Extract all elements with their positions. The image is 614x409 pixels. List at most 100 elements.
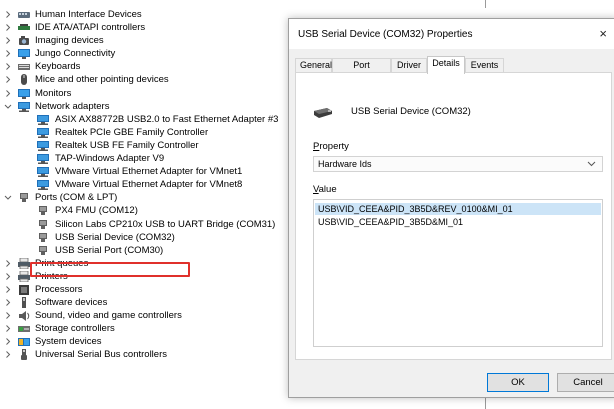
tree-device[interactable]: PX4 FMU (COM12) <box>0 204 290 217</box>
tree-item-label: Monitors <box>35 87 72 99</box>
tree-category[interactable]: Imaging devices <box>0 34 290 47</box>
tree-item-label: Processors <box>35 283 83 295</box>
usb-device-icon <box>314 108 332 118</box>
device-tree: Human Interface Devices IDE ATA/ATAPI con… <box>0 8 290 362</box>
storage-icon <box>18 323 30 334</box>
usb-icon <box>18 349 30 361</box>
tab-events[interactable]: Events <box>465 58 504 73</box>
chevron-right-icon[interactable] <box>4 348 12 365</box>
network-icon <box>37 140 49 151</box>
tree-device[interactable]: VMware Virtual Ethernet Adapter for VMne… <box>0 165 290 178</box>
software-icon <box>18 297 30 309</box>
property-select-value: Hardware Ids <box>318 159 372 169</box>
tree-device[interactable]: ASIX AX88772B USB2.0 to Fast Ethernet Ad… <box>0 113 290 126</box>
tree-item-label: Keyboards <box>35 61 81 73</box>
tree-item-label: Jungo Connectivity <box>35 48 116 60</box>
tree-item-label: Realtek USB FE Family Controller <box>55 139 199 151</box>
dialog-titlebar[interactable]: USB Serial Device (COM32) Properties × <box>289 19 614 49</box>
tree-category[interactable]: Network adapters <box>0 100 290 113</box>
tree-category[interactable]: Monitors <box>0 87 290 100</box>
tree-category[interactable]: System devices <box>0 335 290 348</box>
tab-port-settings[interactable]: Port Settings <box>332 58 391 83</box>
tab-details[interactable]: Details <box>427 56 465 74</box>
window-divider <box>485 0 486 8</box>
tree-item-label: VMware Virtual Ethernet Adapter for VMne… <box>55 166 243 178</box>
system-icon <box>18 336 30 347</box>
tree-category[interactable]: Jungo Connectivity <box>0 47 290 60</box>
hid-icon <box>18 9 30 20</box>
tree-category[interactable]: Processors <box>0 283 290 296</box>
tree-item-label: USB Serial Device (COM32) <box>55 231 175 243</box>
value-item[interactable]: USB\VID_CEEA&PID_3B5D&REV_0100&MI_01 <box>315 203 601 215</box>
tree-item-label: IDE ATA/ATAPI controllers <box>35 22 146 34</box>
ide-icon <box>18 22 30 33</box>
tree-item-label: Realtek PCIe GBE Family Controller <box>55 126 209 138</box>
value-item[interactable]: USB\VID_CEEA&PID_3B5D&MI_01 <box>318 216 463 228</box>
tree-category[interactable]: Sound, video and game controllers <box>0 309 290 322</box>
tree-item-label: Ports (COM & LPT) <box>35 192 118 204</box>
tree-item-label: Human Interface Devices <box>35 9 142 20</box>
network-icon <box>37 179 49 191</box>
close-icon[interactable]: × <box>599 26 607 41</box>
window-divider <box>485 398 486 409</box>
tree-item-label: Sound, video and game controllers <box>35 310 182 322</box>
ok-button[interactable]: OK <box>487 373 549 392</box>
tree-category[interactable]: Keyboards <box>0 60 290 73</box>
tree-item-label: VMware Virtual Ethernet Adapter for VMne… <box>55 179 243 191</box>
tree-device[interactable]: VMware Virtual Ethernet Adapter for VMne… <box>0 178 290 191</box>
mouse-icon <box>18 74 30 86</box>
network-icon <box>37 114 49 125</box>
camera-icon <box>18 35 30 46</box>
tree-device[interactable]: USB Serial Device (COM32) <box>0 231 290 244</box>
dialog-title: USB Serial Device (COM32) Properties <box>298 29 473 40</box>
tree-device[interactable]: Silicon Labs CP210x USB to UART Bridge (… <box>0 218 290 231</box>
tree-item-label: USB Serial Port (COM30) <box>55 244 164 256</box>
cancel-button[interactable]: Cancel <box>557 373 614 392</box>
printer-icon <box>18 257 30 270</box>
chevron-down-icon <box>587 161 596 167</box>
network-icon <box>37 153 49 165</box>
port-icon <box>18 192 30 203</box>
port-icon <box>37 232 49 243</box>
network-icon <box>18 101 30 112</box>
tree-category[interactable]: Ports (COM & LPT) <box>0 191 290 204</box>
monitor-icon <box>18 88 30 99</box>
tree-item-label: Storage controllers <box>35 323 115 335</box>
property-label: Property <box>313 141 349 152</box>
tree-item-label: Universal Serial Bus controllers <box>35 349 167 361</box>
value-list[interactable]: USB\VID_CEEA&PID_3B5D&REV_0100&MI_01 USB… <box>313 199 603 347</box>
processor-icon <box>18 284 30 295</box>
tree-category[interactable]: Human Interface Devices <box>0 8 290 21</box>
tree-item-label: Mice and other pointing devices <box>35 74 169 86</box>
tree-item-label: System devices <box>35 336 102 348</box>
highlight-box <box>30 262 190 277</box>
tree-item-label: Network adapters <box>35 100 110 112</box>
port-icon <box>37 219 49 230</box>
value-label: Value <box>313 184 337 195</box>
tree-category[interactable]: Software devices <box>0 296 290 309</box>
tree-category[interactable]: Mice and other pointing devices <box>0 73 290 86</box>
tree-device[interactable]: USB Serial Port (COM30) <box>0 244 290 257</box>
tree-item-label: Silicon Labs CP210x USB to UART Bridge (… <box>55 218 276 230</box>
properties-dialog: USB Serial Device (COM32) Properties × G… <box>288 18 614 398</box>
printer-icon <box>18 270 30 283</box>
property-select[interactable]: Hardware Ids <box>313 156 603 172</box>
tree-device[interactable]: Realtek PCIe GBE Family Controller <box>0 126 290 139</box>
port-icon <box>37 245 49 256</box>
monitor-icon <box>18 48 30 60</box>
tree-item-label: ASIX AX88772B USB2.0 to Fast Ethernet Ad… <box>55 113 279 125</box>
tree-category[interactable]: Storage controllers <box>0 322 290 335</box>
details-panel: USB Serial Device (COM32) Property Hardw… <box>295 72 612 360</box>
tree-item-label: Software devices <box>35 297 108 309</box>
tree-item-label: Imaging devices <box>35 35 104 47</box>
tree-item-label: TAP-Windows Adapter V9 <box>55 153 165 165</box>
tree-category[interactable]: Universal Serial Bus controllers <box>0 348 290 361</box>
keyboard-icon <box>18 61 30 72</box>
tab-driver[interactable]: Driver <box>391 58 427 73</box>
tab-general[interactable]: General <box>295 58 332 73</box>
sound-icon <box>18 310 30 322</box>
network-icon <box>37 166 49 178</box>
tree-device[interactable]: TAP-Windows Adapter V9 <box>0 152 290 165</box>
tree-device[interactable]: Realtek USB FE Family Controller <box>0 139 290 152</box>
tree-category[interactable]: IDE ATA/ATAPI controllers <box>0 21 290 34</box>
